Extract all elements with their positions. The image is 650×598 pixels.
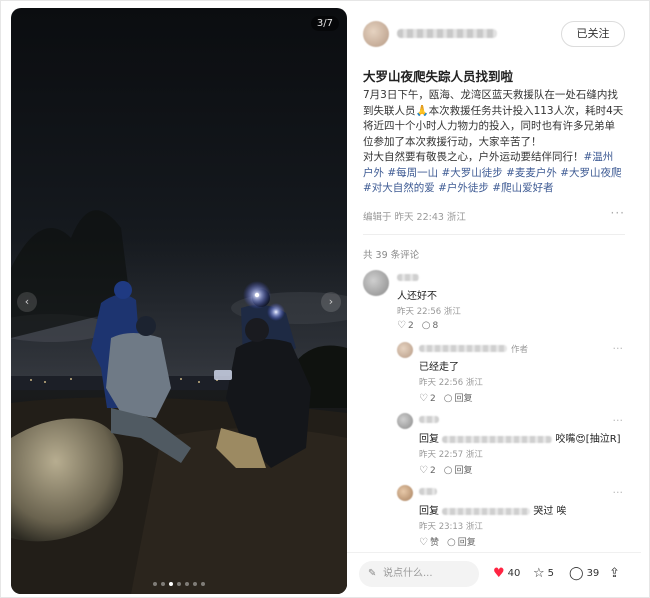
comment-text-suffix: 哭过 唉: [533, 506, 567, 517]
comment-author-blurred[interactable]: [419, 345, 507, 352]
comment-meta: 昨天 22:56 浙江: [419, 378, 483, 388]
comment-text: 人还好不: [397, 291, 437, 302]
like-count: 2: [429, 466, 436, 476]
comment-input-placeholder: 说点什么...: [383, 568, 433, 579]
comment-author-blurred[interactable]: [419, 488, 437, 495]
avatar[interactable]: [363, 270, 389, 296]
reply-button[interactable]: 回复: [454, 394, 472, 404]
comment-meta: 昨天 23:13 浙江: [419, 522, 483, 532]
avatar[interactable]: [397, 485, 413, 501]
follow-button[interactable]: 已关注: [561, 21, 625, 47]
post-body-text: 对大自然要有敬畏之心，户外运动要结伴同行！: [363, 151, 584, 163]
post-meta: 编辑于 昨天 22:43 浙江: [363, 212, 466, 223]
carousel-dot[interactable]: [185, 582, 189, 586]
more-icon[interactable]: ···: [613, 486, 624, 499]
author-name-blurred[interactable]: [397, 29, 497, 38]
night-rescue-scene: [11, 210, 347, 594]
reply-button[interactable]: 回复: [458, 538, 476, 548]
carousel-dots: [11, 582, 347, 588]
carousel-dot[interactable]: [153, 582, 157, 586]
comment-text-suffix: 咬嘴😍[抽泣R]: [555, 434, 621, 445]
chevron-right-icon[interactable]: ›: [321, 292, 341, 312]
hashtag-link[interactable]: #温州: [584, 151, 614, 163]
comment-bubble-icon[interactable]: ○: [444, 393, 453, 404]
comment-author-blurred[interactable]: [419, 416, 439, 423]
post-side-panel: 已关注 大罗山夜爬失踪人员找到啦 7月3日下午，瓯海、龙湾区蓝天救援队在一处石缝…: [347, 8, 641, 594]
comment-bubble-icon[interactable]: ○: [422, 320, 431, 331]
comment-author-blurred[interactable]: [397, 274, 419, 281]
avatar[interactable]: [397, 342, 413, 358]
avatar[interactable]: [363, 21, 389, 47]
reply-count: 8: [432, 321, 439, 331]
hashtag-line[interactable]: 户外 #每周一山 #大罗山徒步 #麦麦户外 #大罗山夜爬: [363, 166, 631, 182]
like-stat[interactable]: ♥ 40: [493, 566, 520, 581]
carousel-dot[interactable]: [177, 582, 181, 586]
heart-outline-icon[interactable]: ♡: [419, 537, 428, 548]
mention-blurred[interactable]: [442, 435, 553, 443]
post-body-line: 到失联人员🙏本次救援任务共计投入113人次，耗时4天: [363, 104, 624, 117]
pencil-icon: ✎: [368, 568, 377, 579]
heart-outline-icon[interactable]: ♡: [419, 393, 428, 404]
comment-meta: 昨天 22:56 浙江: [397, 307, 461, 317]
reply-prefix: 回复: [419, 434, 439, 445]
carousel-dot[interactable]: [193, 582, 197, 586]
comment-bubble-icon[interactable]: ○: [447, 537, 456, 548]
comment-bubble-icon: ◯: [569, 566, 584, 581]
reply-prefix: 回复: [419, 506, 439, 517]
heart-outline-icon[interactable]: ♡: [397, 320, 406, 331]
share-icon[interactable]: ⇪: [609, 566, 623, 581]
like-button[interactable]: 赞: [430, 538, 439, 548]
comment-actions: ♡ 2 ○ 8: [397, 320, 438, 331]
comment-stat[interactable]: ◯ 39: [569, 566, 599, 581]
more-icon[interactable]: ···: [611, 206, 625, 220]
star-total: 5: [547, 568, 555, 579]
comment-actions: ♡ 赞 ○ 回复: [419, 535, 476, 548]
share-icon: ⇪: [609, 566, 620, 581]
comment-actions: ♡ 2 ○ 回复: [419, 463, 472, 476]
like-count: 2: [407, 321, 414, 331]
author-row: 已关注: [363, 20, 625, 50]
bottom-action-bar: ✎ 说点什么... ♥ 40 ☆ 5 ◯ 39 ⇪: [347, 552, 641, 594]
post-detail-window: 3/7 ‹ › 已关注 大罗山夜爬失踪人员找到啦 7月3日下午，瓯海、龙湾区蓝天…: [0, 0, 650, 598]
post-body-line: 位参加了本次救援行动，大家辛苦了！: [363, 135, 542, 148]
carousel-dot-active[interactable]: [169, 582, 173, 586]
star-outline-icon: ☆: [533, 566, 545, 581]
star-stat[interactable]: ☆ 5: [533, 566, 554, 581]
carousel-dot[interactable]: [201, 582, 205, 586]
post-title: 大罗山夜爬失踪人员找到啦: [363, 69, 514, 84]
reply-button[interactable]: 回复: [454, 466, 472, 476]
chevron-left-icon[interactable]: ‹: [17, 292, 37, 312]
image-counter: 3/7: [310, 16, 339, 31]
more-icon[interactable]: ···: [613, 414, 624, 427]
post-body-line: 将近四十个小时人力物力的投入，同时也有许多兄弟单: [363, 120, 615, 132]
like-total: 40: [507, 568, 521, 579]
more-icon[interactable]: ···: [613, 342, 624, 355]
like-count: 2: [429, 394, 436, 404]
post-body-line: 对大自然要有敬畏之心，户外运动要结伴同行！#温州: [363, 150, 631, 166]
post-body-line: 7月3日下午，瓯海、龙湾区蓝天救援队在一处石缝内找: [363, 89, 618, 101]
comment-actions: ♡ 2 ○ 回复: [419, 391, 472, 404]
comment-bubble-icon[interactable]: ○: [444, 465, 453, 476]
comment-text: 回复 咬嘴😍[抽泣R]: [419, 430, 621, 445]
comment-text: 回复 哭过 唉: [419, 502, 567, 517]
hashtag-line[interactable]: #对大自然的爱 #户外徒步 #爬山爱好者: [363, 181, 631, 197]
carousel-dot[interactable]: [161, 582, 165, 586]
author-badge: 作者: [511, 345, 529, 355]
post-photo[interactable]: 3/7 ‹ ›: [11, 8, 347, 594]
divider: [363, 234, 625, 235]
mention-blurred[interactable]: [442, 507, 531, 515]
avatar[interactable]: [397, 413, 413, 429]
comment-meta: 昨天 22:57 浙江: [419, 450, 483, 460]
comment-total: 39: [586, 568, 600, 579]
comment-count: 共 39 条评论: [363, 250, 420, 261]
comment-text: 已经走了: [419, 362, 459, 373]
heart-outline-icon[interactable]: ♡: [419, 465, 428, 476]
heart-filled-icon: ♥: [493, 566, 505, 581]
post-body: 7月3日下午，瓯海、龙湾区蓝天救援队在一处石缝内找 到失联人员🙏本次救援任务共计…: [363, 88, 631, 197]
comment-input[interactable]: ✎ 说点什么...: [359, 561, 479, 587]
